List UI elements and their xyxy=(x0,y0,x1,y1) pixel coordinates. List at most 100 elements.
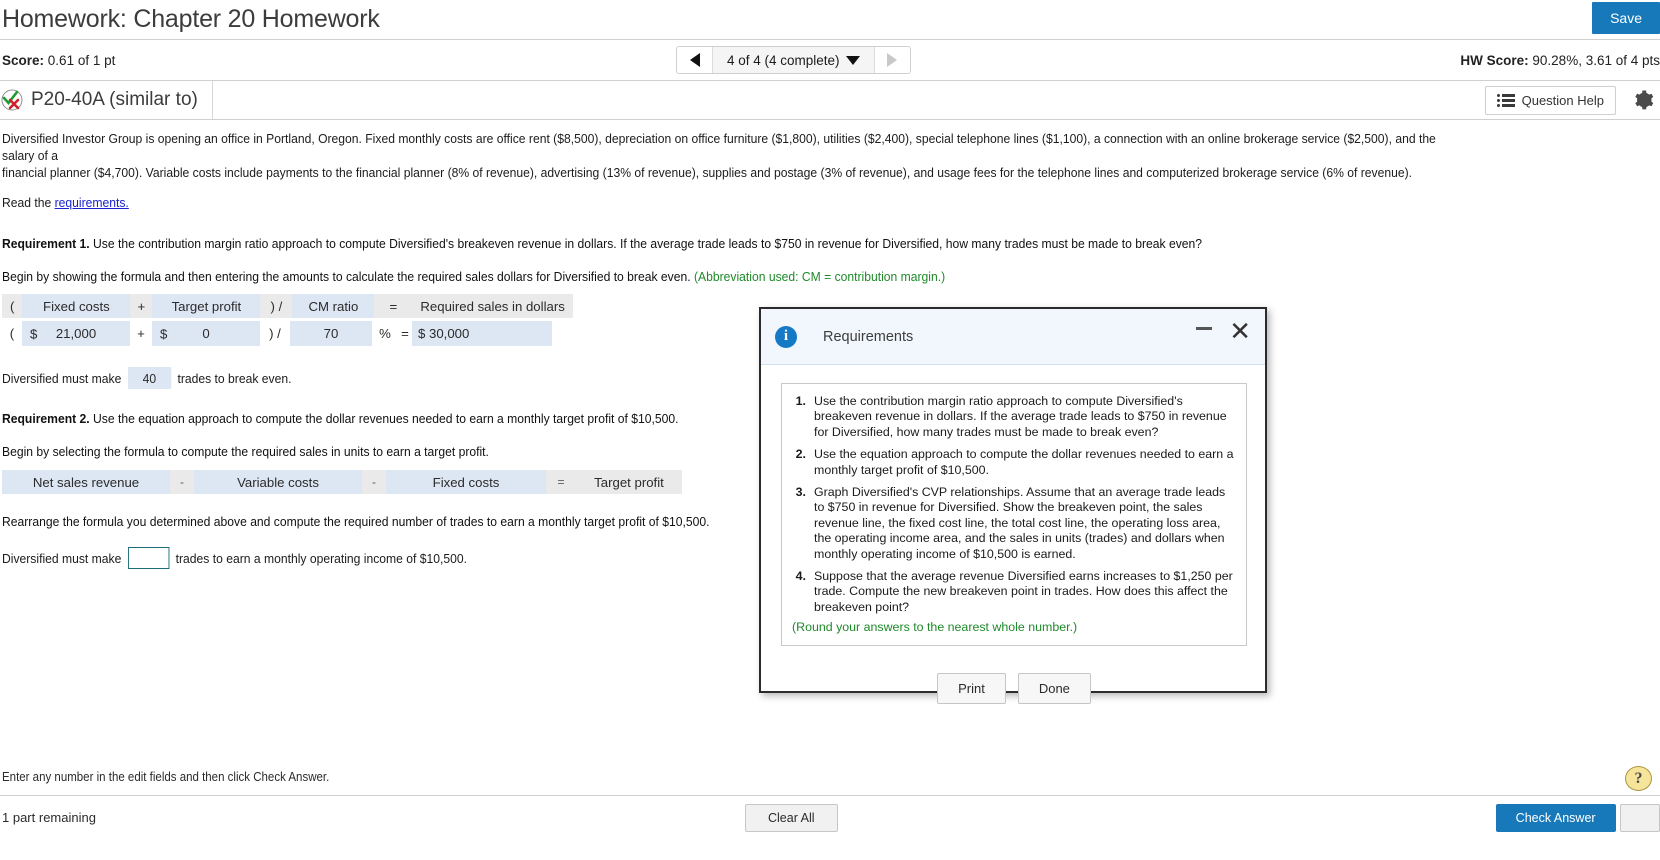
gear-icon[interactable] xyxy=(1632,89,1654,116)
minimize-icon[interactable] xyxy=(1196,327,1212,330)
previous-question-button[interactable] xyxy=(677,47,713,73)
target-profit-currency: $ xyxy=(160,326,168,341)
fixed-costs-currency: $ xyxy=(30,326,38,341)
target-profit-trades-input[interactable] xyxy=(127,547,170,569)
fixed-costs-value: 21,000 xyxy=(55,326,97,341)
requirement-number: 1. xyxy=(795,394,806,408)
requirement-number: 3. xyxy=(795,485,806,500)
question-help-button[interactable]: Question Help xyxy=(1484,86,1616,115)
close-icon[interactable]: ✕ xyxy=(1229,318,1251,344)
footer-hint: Enter any number in the edit fields and … xyxy=(2,770,330,784)
homework-page: Homework: Chapter 20 Homework Save Score… xyxy=(0,0,1660,860)
read-requirements-line: Read the requirements. xyxy=(2,195,1527,210)
values-close-divide: ) / xyxy=(269,326,281,341)
page-title: Homework: Chapter 20 Homework xyxy=(2,5,380,33)
requirement-1-text: Use the contribution margin ratio approa… xyxy=(93,236,1203,251)
values-plus-operator: + xyxy=(137,326,145,341)
chevron-right-icon xyxy=(887,53,898,67)
info-icon: i xyxy=(775,325,797,348)
requirement-number: 4. xyxy=(795,569,806,584)
requirement-text: Suppose that the average revenue Diversi… xyxy=(814,569,1233,614)
list-item: 4. Suppose that the average revenue Dive… xyxy=(792,569,1234,615)
requirement-1-label: Requirement 1. xyxy=(2,236,90,251)
print-button[interactable]: Print xyxy=(937,672,1006,704)
values-open-paren: ( xyxy=(9,326,15,341)
formula-equals-operator: = xyxy=(374,294,413,318)
requirement-2-text: Use the equation approach to compute the… xyxy=(93,411,679,426)
formula-close-divide: ) / xyxy=(260,294,293,318)
question-navigator: 4 of 4 (4 complete) xyxy=(676,46,911,74)
footer-middle: Clear All xyxy=(745,804,838,832)
req2-trades-prefix-label: Diversified must make xyxy=(2,550,122,566)
requirement-text: Use the contribution margin ratio approa… xyxy=(814,394,1227,439)
requirement-1-instruction-line: Begin by showing the formula and then en… xyxy=(2,269,1527,284)
hw-score-text: HW Score: 90.28%, 3.61 of 4 pts xyxy=(1460,53,1660,68)
formula-header-fixed-costs[interactable]: Fixed costs xyxy=(22,294,131,318)
trades-suffix-label: trades to break even. xyxy=(177,370,292,386)
equation-minus-1: - xyxy=(170,470,194,494)
trades-prefix-label: Diversified must make xyxy=(2,370,122,386)
table-row: ( $ 21,000 + $ 0 ) / 70 % = $ 30,000 xyxy=(2,321,552,346)
abbreviation-note: (Abbreviation used: CM = contribution ma… xyxy=(693,269,946,284)
requirement-number: 2. xyxy=(795,447,806,462)
percent-sign: % xyxy=(379,326,391,341)
dialog-footer: Print Done xyxy=(781,672,1247,704)
required-sales-input[interactable]: $ 30,000 xyxy=(412,321,552,346)
requirement-1-instruction: Begin by showing the formula and then en… xyxy=(2,269,691,284)
requirement-text: Graph Diversified's CVP relationships. A… xyxy=(814,485,1226,561)
footer-actions: Check Answer xyxy=(1495,804,1660,832)
requirement-2-label: Requirement 2. xyxy=(2,411,90,426)
check-answer-button[interactable]: Check Answer xyxy=(1495,804,1616,832)
formula-header-required-sales: Required sales in dollars xyxy=(412,294,573,318)
values-equals-operator: = xyxy=(401,326,409,341)
dialog-body: 1. Use the contribution margin ratio app… xyxy=(761,365,1265,704)
target-profit-input[interactable]: $ 0 xyxy=(152,321,260,346)
read-requirements-prefix: Read the xyxy=(2,195,52,210)
requirement-1-formula-values-table: ( $ 21,000 + $ 0 ) / 70 % = $ 30,000 xyxy=(2,321,552,346)
equation-target-profit: Target profit xyxy=(576,470,682,494)
score-value: 0.61 of 1 pt xyxy=(47,52,116,68)
problem-statement-line-1: Diversified Investor Group is opening an… xyxy=(2,131,1436,163)
equation-net-sales-revenue[interactable]: Net sales revenue xyxy=(2,470,170,494)
formula-header-cm-ratio[interactable]: CM ratio xyxy=(292,294,375,318)
requirements-link[interactable]: requirements. xyxy=(55,195,129,210)
clear-all-button[interactable]: Clear All xyxy=(745,804,838,832)
equation-minus-2: - xyxy=(362,470,386,494)
req2-trades-suffix-label: trades to earn a monthly operating incom… xyxy=(175,550,467,566)
secondary-action-button[interactable] xyxy=(1619,804,1660,832)
next-question-button[interactable] xyxy=(873,47,910,73)
question-help-icon[interactable]: ? xyxy=(1625,766,1652,791)
remaining-label: remaining xyxy=(38,810,96,825)
formula-plus-operator: + xyxy=(130,294,153,318)
requirement-1-heading: Requirement 1. Use the contribution marg… xyxy=(2,236,1527,251)
fixed-costs-input[interactable]: $ 21,000 xyxy=(22,321,130,346)
requirements-box: 1. Use the contribution margin ratio app… xyxy=(781,383,1247,646)
requirement-text: Use the equation approach to compute the… xyxy=(814,447,1234,477)
done-button[interactable]: Done xyxy=(1017,672,1091,704)
requirement-1-formula-header-table: ( Fixed costs + Target profit ) / CM rat… xyxy=(2,294,573,318)
chevron-down-icon xyxy=(845,55,860,65)
footer-bar: 1 part remaining Clear All Check Answer xyxy=(0,796,1660,860)
requirements-dialog: i Requirements ✕ 1. Use the contribution… xyxy=(759,307,1267,704)
formula-header-target-profit[interactable]: Target profit xyxy=(152,294,261,318)
equation-fixed-costs[interactable]: Fixed costs xyxy=(386,470,546,494)
score-bar: Score: 0.61 of 1 pt 4 of 4 (4 complete) … xyxy=(0,40,1660,81)
equation-variable-costs[interactable]: Variable costs xyxy=(194,470,362,494)
save-button[interactable]: Save xyxy=(1592,2,1660,34)
target-profit-value: 0 xyxy=(202,326,210,341)
question-selector[interactable]: 4 of 4 (4 complete) xyxy=(713,47,874,73)
cm-ratio-input[interactable]: 70 xyxy=(290,321,372,346)
check-x-icon xyxy=(1,89,23,111)
question-progress-label: 4 of 4 (4 complete) xyxy=(727,52,840,68)
breakeven-trades-input[interactable]: 40 xyxy=(127,367,172,389)
score-label: Score: xyxy=(2,52,45,68)
list-item: 2. Use the equation approach to compute … xyxy=(792,447,1234,478)
list-item: 1. Use the contribution margin ratio app… xyxy=(792,394,1234,440)
question-help-label: Question Help xyxy=(1521,93,1604,108)
chevron-left-icon xyxy=(689,53,700,67)
title-bar: Homework: Chapter 20 Homework Save xyxy=(0,0,1660,40)
formula-open-paren: ( xyxy=(2,294,23,318)
parts-label: 1 part xyxy=(2,810,36,825)
problem-id-label: P20-40A (similar to) xyxy=(31,89,198,110)
equation-equals: = xyxy=(546,470,576,494)
